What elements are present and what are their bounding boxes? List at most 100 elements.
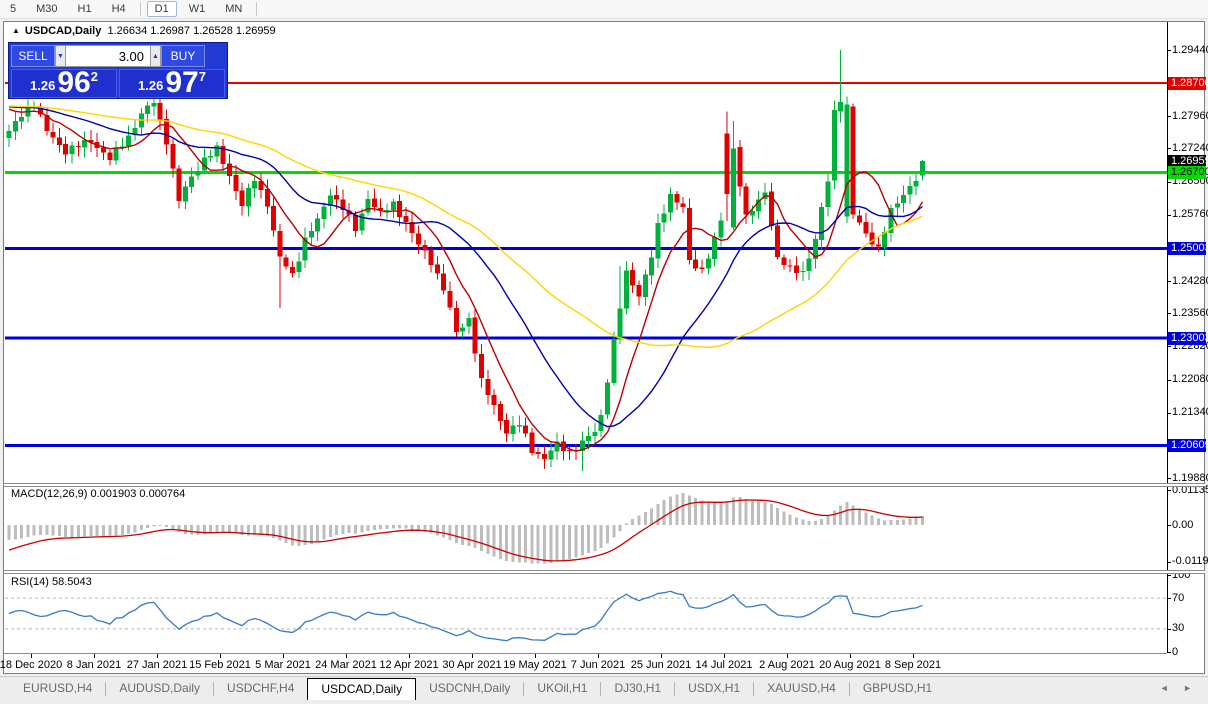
- ask-price-button[interactable]: 1.26 97 7: [119, 68, 225, 98]
- chart-tab-usdcad[interactable]: USDCAD,Daily: [307, 678, 417, 700]
- date-axis-label: 25 Jun 2021: [630, 659, 692, 671]
- price-axis-tick-mark: [1167, 214, 1171, 216]
- date-axis-tick-mark: [535, 654, 536, 658]
- date-axis-label: 2 Aug 2021: [759, 659, 815, 671]
- date-axis-tick-mark: [157, 654, 158, 658]
- date-axis-tick-mark: [94, 654, 95, 658]
- date-axis-label: 24 Mar 2021: [315, 659, 377, 671]
- volume-increase-button[interactable]: ▲: [150, 45, 161, 67]
- bid-price-big-digits: 96: [57, 66, 91, 99]
- collapse-triangle-icon[interactable]: ▲: [12, 26, 20, 35]
- price-chart-canvas[interactable]: [5, 22, 1167, 653]
- rsi-axis-tick-mark: [1167, 628, 1171, 630]
- rsi-axis-tick-label: 30: [1172, 622, 1185, 635]
- price-axis-tick-label: 1.27960: [1172, 109, 1208, 122]
- chart-symbol-title: USDCAD,Daily: [24, 25, 102, 37]
- rsi-axis-tick-mark: [1167, 575, 1171, 576]
- date-axis-label: 30 Apr 2021: [442, 659, 502, 671]
- date-axis-label: 18 Dec 2020: [0, 659, 63, 671]
- price-axis-tick-mark: [1167, 281, 1171, 282]
- price-axis-tick-mark: [1167, 50, 1171, 51]
- bid-price-pip-digit: 2: [90, 69, 98, 84]
- price-axis-tick-mark: [1167, 181, 1171, 183]
- date-axis-label: 14 Jul 2021: [695, 659, 753, 671]
- sell-button[interactable]: SELL: [11, 45, 55, 67]
- chart-ohlc-values: 1.26634 1.26987 1.26528 1.26959: [107, 25, 276, 37]
- timeframe-button-5[interactable]: 5: [2, 1, 24, 17]
- date-axis-tick-mark: [409, 654, 410, 658]
- price-level-tag: 1.23003: [1168, 331, 1208, 345]
- price-axis-tick-mark: [1167, 478, 1171, 479]
- rsi-axis-tick-label: 0: [1172, 645, 1179, 658]
- date-axis-label: 8 Jan 2021: [66, 659, 122, 671]
- chart-title-bar: ▲ USDCAD,Daily 1.26634 1.26987 1.26528 1.…: [12, 25, 276, 39]
- price-level-tag: 1.28700: [1168, 76, 1208, 90]
- timeframe-button-w1[interactable]: W1: [181, 1, 214, 17]
- price-axis-tick-label: 1.24280: [1172, 274, 1208, 287]
- timeframe-button-mn[interactable]: MN: [217, 1, 250, 17]
- one-click-trade-panel: SELL ▼ ▲ BUY 1.26962 1.26977: [8, 42, 228, 99]
- date-axis-tick-mark: [220, 654, 221, 658]
- date-axis-tick-mark: [472, 654, 473, 658]
- price-axis-tick-label: 1.23560: [1172, 306, 1208, 319]
- price-level-tag: 1.25003: [1168, 242, 1208, 256]
- price-axis-tick-mark: [1167, 412, 1171, 414]
- date-axis-tick-mark: [346, 654, 347, 658]
- price-axis-tick-label: 1.27240: [1172, 141, 1208, 154]
- toolbar-separator: [139, 2, 141, 16]
- chart-tab-usdchf[interactable]: USDCHF,H4: [214, 678, 307, 699]
- bid-price-button[interactable]: 1.26 96 2: [11, 66, 117, 99]
- price-axis-tick-mark: [1167, 346, 1171, 348]
- date-axis-tick-mark: [724, 654, 725, 658]
- price-axis-tick-mark: [1167, 313, 1171, 315]
- timeframe-button-d1[interactable]: D1: [146, 1, 177, 17]
- bid-price-prefix: 1.26: [30, 78, 56, 93]
- chart-tab-ukoil[interactable]: UKOil,H1: [524, 678, 600, 699]
- date-axis-label: 5 Mar 2021: [255, 659, 311, 671]
- date-axis-tick-mark: [913, 654, 914, 658]
- price-axis-tick-mark: [1167, 379, 1171, 381]
- price-level-tag: 1.20609: [1168, 438, 1208, 452]
- date-axis-tick-mark: [598, 654, 599, 658]
- rsi-pane-splitter[interactable]: [4, 570, 1205, 574]
- macd-pane-splitter[interactable]: [4, 483, 1205, 487]
- chart-tab-audusd[interactable]: AUDUSD,Daily: [106, 678, 213, 699]
- chart-tab-usdx[interactable]: USDX,H1: [675, 678, 753, 699]
- toolbar-separator: [256, 2, 258, 16]
- date-axis-label: 8 Sep 2021: [884, 659, 942, 671]
- macd-axis-tick-mark: [1167, 561, 1171, 563]
- chart-tab-xauusd[interactable]: XAUUSD,H4: [754, 678, 849, 699]
- timeframe-button-h4[interactable]: H4: [104, 1, 134, 17]
- volume-input[interactable]: [66, 45, 150, 67]
- chart-tab-eurusd[interactable]: EURUSD,H4: [10, 678, 105, 699]
- buy-button[interactable]: BUY: [161, 45, 205, 67]
- chart-tab-bar: EURUSD,H4 AUDUSD,Daily USDCHF,H4 USDCAD,Dai…: [0, 676, 1208, 704]
- chart-tab-dj30[interactable]: DJ30,H1: [601, 678, 674, 699]
- tab-scroll-arrows[interactable]: ◄ ►: [1160, 683, 1198, 693]
- ask-price-pip-digit: 7: [198, 69, 206, 84]
- timeframe-button-h1[interactable]: H1: [70, 1, 100, 17]
- date-axis-tick-mark: [661, 654, 662, 658]
- price-axis-tick-label: 1.25760: [1172, 208, 1208, 221]
- chart-tab-usdcnh[interactable]: USDCNH,Daily: [416, 678, 523, 699]
- trading-terminal: 5 M30 H1 H4 D1 W1 MN ▲ USDCAD,Daily 1.26634 1.2…: [0, 0, 1208, 704]
- price-axis-tick-label: 1.21340: [1172, 406, 1208, 419]
- rsi-axis-tick-mark: [1167, 598, 1171, 600]
- date-axis-tick-mark: [31, 654, 32, 658]
- timeframe-button-m30[interactable]: M30: [28, 1, 65, 17]
- price-axis-tick-mark: [1167, 148, 1171, 150]
- price-axis-tick-label: 1.29440: [1172, 43, 1208, 56]
- date-axis-label: 12 Apr 2021: [379, 659, 439, 671]
- date-axis: 18 Dec 2020 8 Jan 2021 27 Jan 2021 15 Feb 2…: [0, 653, 1167, 673]
- volume-decrease-button[interactable]: ▼: [55, 45, 66, 67]
- date-axis-label: 15 Feb 2021: [189, 659, 251, 671]
- date-axis-tick-mark: [283, 654, 284, 658]
- chart-tab-gbpusd[interactable]: GBPUSD,H1: [850, 678, 945, 699]
- date-axis-label: 20 Aug 2021: [819, 659, 881, 671]
- timeframe-toolbar: 5 M30 H1 H4 D1 W1 MN: [0, 0, 1208, 19]
- price-axis-tick-label: 1.22080: [1172, 373, 1208, 385]
- date-axis-label: 27 Jan 2021: [126, 659, 188, 671]
- rsi-axis-tick-mark: [1167, 652, 1171, 653]
- macd-indicator-label: MACD(12,26,9) 0.001903 0.000764: [11, 488, 186, 500]
- macd-axis-tick-label: 0.00: [1172, 518, 1194, 531]
